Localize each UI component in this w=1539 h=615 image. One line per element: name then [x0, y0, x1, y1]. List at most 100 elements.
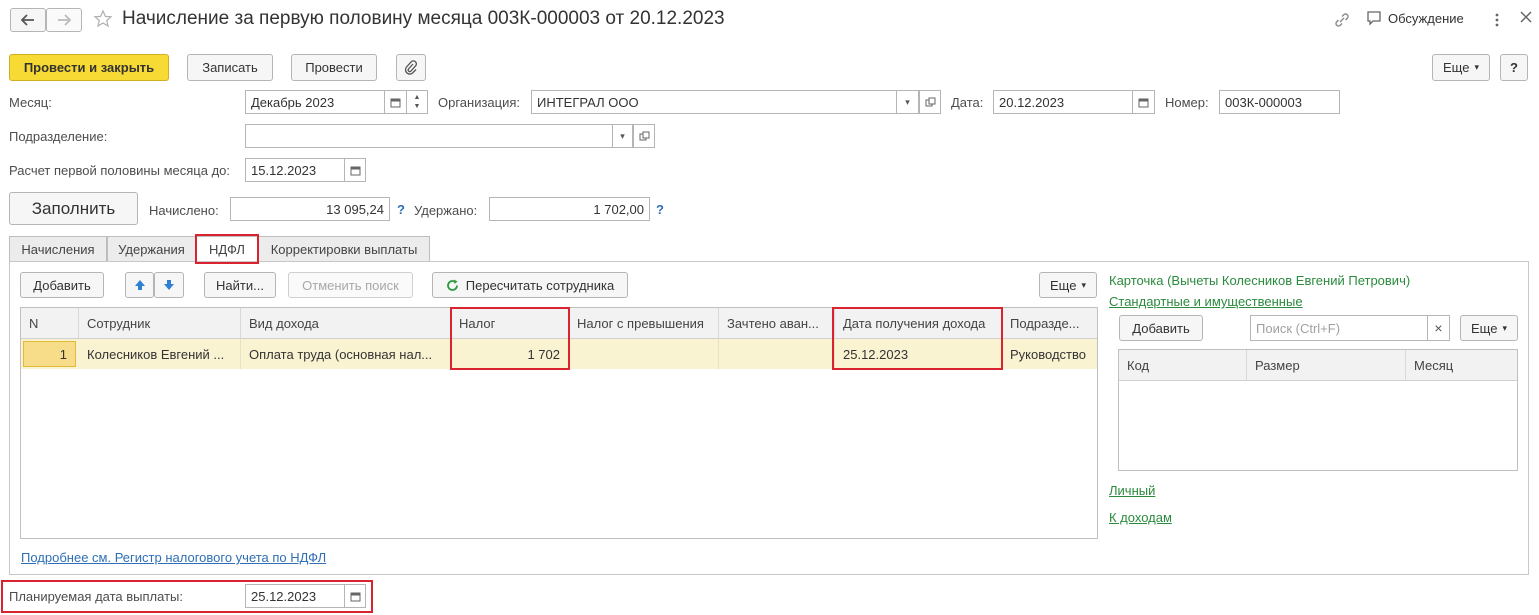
help-button[interactable]: ? [1500, 54, 1528, 81]
page-title: Начисление за первую половину месяца 003… [122, 8, 725, 29]
more-label: Еще [1443, 60, 1470, 75]
tab-deductions[interactable]: Удержания [107, 236, 196, 262]
cell-n[interactable]: 1 [23, 341, 76, 367]
month-label: Месяц: [9, 95, 52, 110]
more-label: Еще [1471, 320, 1498, 336]
cell-tax-excess[interactable] [569, 339, 719, 369]
personal-link[interactable]: Личный [1109, 483, 1155, 498]
card-add-button[interactable]: Добавить [1119, 315, 1203, 341]
date-label: Дата: [951, 95, 984, 110]
ndfl-grid: N Сотрудник Вид дохода Налог Налог с пре… [20, 307, 1098, 539]
col-header-code[interactable]: Код [1119, 350, 1247, 381]
division-field[interactable] [245, 124, 613, 148]
calc-calendar-button[interactable] [345, 158, 366, 182]
date-field[interactable]: 20.12.2023 [993, 90, 1133, 114]
cell-division[interactable]: Руководство [1002, 339, 1097, 369]
dropdown-icon: ▾ [1081, 279, 1086, 290]
stepper-down-icon: ▼ [413, 103, 421, 110]
chat-icon [1366, 10, 1382, 26]
division-open-button[interactable] [633, 124, 655, 148]
accrued-field: 13 095,24 [230, 197, 390, 221]
arrow-up-icon [134, 279, 146, 291]
ndfl-more-button[interactable]: Еще ▾ [1039, 272, 1097, 298]
tab-ndfl[interactable]: НДФЛ [196, 236, 258, 262]
refresh-icon [446, 279, 459, 292]
col-header-division[interactable]: Подразде... [1002, 308, 1097, 339]
dropdown-icon: ▾ [1502, 322, 1507, 333]
tab-accruals[interactable]: Начисления [9, 236, 107, 262]
star-icon[interactable] [93, 9, 113, 29]
card-search-input[interactable]: Поиск (Ctrl+F) [1250, 315, 1428, 341]
col-header-income-date[interactable]: Дата получения дохода [835, 308, 1002, 339]
col-header-employee[interactable]: Сотрудник [79, 308, 241, 339]
org-field[interactable]: ИНТЕГРАЛ ООО [531, 90, 897, 114]
col-header-month[interactable]: Месяц [1406, 350, 1517, 381]
cell-income-type[interactable]: Оплата труда (основная нал... [241, 339, 451, 369]
move-down-button[interactable] [154, 272, 184, 298]
month-calendar-button[interactable] [385, 90, 407, 114]
close-icon[interactable] [1520, 11, 1532, 23]
recalculate-employee-button[interactable]: Пересчитать сотрудника [432, 272, 628, 298]
calc-date-field[interactable]: 15.12.2023 [245, 158, 345, 182]
cell-income-date[interactable]: 25.12.2023 [835, 339, 1002, 369]
arrow-left-icon [21, 14, 35, 26]
accrued-help-icon[interactable]: ? [397, 202, 405, 217]
col-header-tax[interactable]: Налог [451, 308, 569, 339]
discussion-button[interactable]: Обсуждение [1366, 10, 1464, 26]
calc-label: Расчет первой половины месяца до: [9, 163, 230, 178]
open-icon [639, 131, 650, 142]
deductions-grid: Код Размер Месяц [1118, 349, 1518, 471]
write-button[interactable]: Записать [187, 54, 273, 81]
tab-payment-corrections[interactable]: Корректировки выплаты [258, 236, 430, 262]
forward-button[interactable] [46, 8, 82, 32]
ndfl-add-button[interactable]: Добавить [20, 272, 104, 298]
paperclip-icon [404, 59, 418, 76]
card-more-button[interactable]: Еще ▾ [1460, 315, 1518, 341]
discussion-label: Обсуждение [1388, 10, 1464, 26]
col-header-income-type[interactable]: Вид дохода [241, 308, 451, 339]
planned-date-label: Планируемая дата выплаты: [9, 589, 183, 604]
cell-employee[interactable]: Колесников Евгений ... [79, 339, 241, 369]
col-header-n[interactable]: N [21, 308, 79, 339]
register-link[interactable]: Подробнее см. Регистр налогового учета п… [21, 550, 326, 565]
more-button[interactable]: Еще ▾ [1432, 54, 1490, 81]
withheld-field: 1 702,00 [489, 197, 650, 221]
division-dropdown-button[interactable]: ▾ [613, 124, 633, 148]
org-dropdown-button[interactable]: ▾ [897, 90, 919, 114]
fill-button[interactable]: Заполнить [9, 192, 138, 225]
more-vertical-icon[interactable] [1494, 12, 1500, 28]
dropdown-icon: ▾ [1474, 62, 1479, 72]
accrued-label: Начислено: [149, 203, 219, 218]
back-button[interactable] [10, 8, 46, 32]
date-calendar-button[interactable] [1133, 90, 1155, 114]
planned-date-calendar-button[interactable] [345, 584, 366, 608]
move-up-button[interactable] [125, 272, 154, 298]
withheld-help-icon[interactable]: ? [656, 202, 664, 217]
col-header-size[interactable]: Размер [1247, 350, 1406, 381]
link-icon[interactable] [1333, 11, 1351, 29]
calendar-icon [390, 97, 401, 108]
search-clear-button[interactable]: × [1428, 315, 1450, 341]
card-title: Карточка (Вычеты Колесников Евгений Петр… [1109, 273, 1411, 288]
find-button[interactable]: Найти... [204, 272, 276, 298]
more-label: Еще [1050, 277, 1077, 293]
open-icon [925, 97, 936, 108]
col-header-tax-excess[interactable]: Налог с превышения [569, 308, 719, 339]
calendar-icon [350, 591, 361, 602]
month-stepper[interactable]: ▲ ▼ [407, 90, 428, 114]
attach-button[interactable] [396, 54, 426, 81]
to-income-link[interactable]: К доходам [1109, 510, 1172, 525]
dropdown-icon: ▾ [905, 96, 910, 107]
cancel-search-button[interactable]: Отменить поиск [288, 272, 413, 298]
month-field[interactable]: Декабрь 2023 [245, 90, 385, 114]
cell-tax[interactable]: 1 702 [451, 339, 569, 369]
calendar-icon [1138, 97, 1149, 108]
post-button[interactable]: Провести [291, 54, 377, 81]
number-field[interactable]: 003К-000003 [1219, 90, 1340, 114]
post-and-close-button[interactable]: Провести и закрыть [9, 54, 169, 81]
standard-deductions-link[interactable]: Стандартные и имущественные [1109, 294, 1303, 309]
col-header-advance-credited[interactable]: Зачтено аван... [719, 308, 835, 339]
org-open-button[interactable] [919, 90, 941, 114]
cell-advance-credited[interactable] [719, 339, 835, 369]
planned-date-field[interactable]: 25.12.2023 [245, 584, 345, 608]
